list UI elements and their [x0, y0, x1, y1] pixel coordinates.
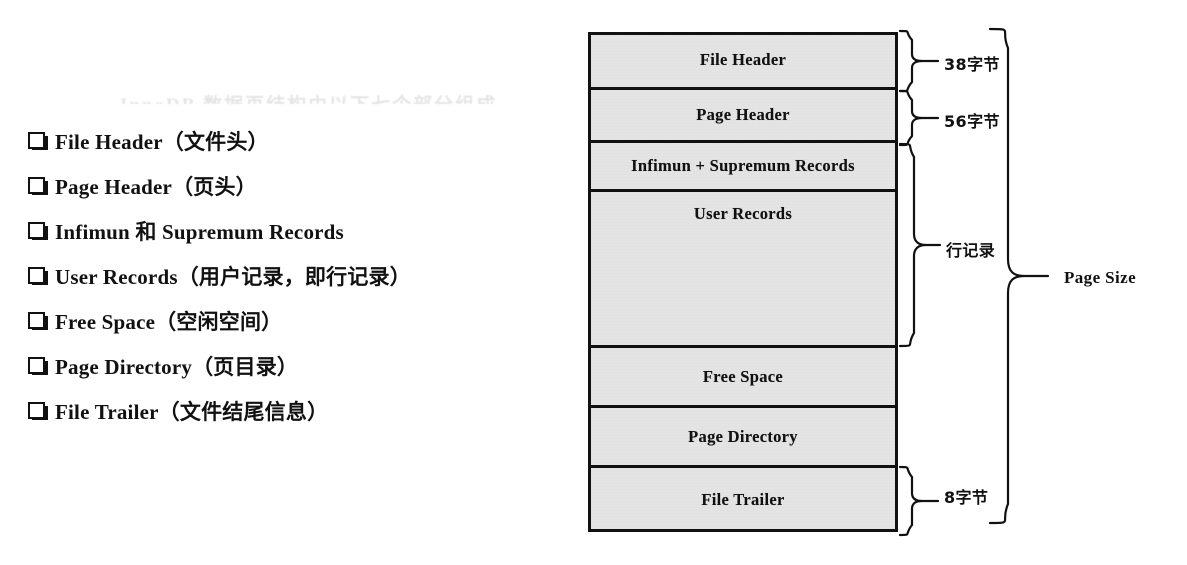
bullet-label: File Header（文件头）	[55, 129, 269, 154]
checkbox-square-icon	[28, 357, 48, 375]
annotation-row-records: 行记录	[946, 241, 996, 260]
bullet-label: Infimun 和 Supremum Records	[55, 219, 344, 244]
checkbox-square-icon	[28, 267, 48, 285]
checkbox-square-icon	[28, 132, 48, 150]
segment-free-space: Free Space	[588, 348, 898, 408]
list-item: User Records（用户记录，即行记录）	[28, 253, 548, 298]
brace-row-records	[898, 142, 942, 348]
segment-page-directory: Page Directory	[588, 408, 898, 468]
bullet-label: Page Header（页头）	[55, 174, 257, 199]
checkbox-square-icon	[28, 222, 48, 240]
list-item: File Trailer（文件结尾信息）	[28, 388, 548, 433]
list-item: Free Space（空闲空间）	[28, 298, 548, 343]
segment-file-header: File Header	[588, 32, 898, 90]
ghost-cutoff-heading: InnoDB 数据页结构由以下七个部分组成	[120, 90, 520, 104]
annotation-file-trailer-size: 8字节	[944, 488, 989, 507]
checkbox-square-icon	[28, 177, 48, 195]
segment-label: File Trailer	[701, 490, 785, 509]
list-item: Page Directory（页目录）	[28, 343, 548, 388]
figure-page: InnoDB 数据页结构由以下七个部分组成 File Header（文件头） P…	[0, 0, 1187, 565]
segment-label: User Records	[693, 204, 793, 223]
annotation-page-size: Page Size	[1064, 268, 1137, 287]
checkbox-square-icon	[28, 312, 48, 330]
brace-page-header	[898, 89, 940, 147]
bullet-label: Free Space（空闲空间）	[55, 309, 283, 334]
segment-label: Free Space	[702, 366, 784, 386]
component-bullet-list: InnoDB 数据页结构由以下七个部分组成 File Header（文件头） P…	[28, 95, 548, 433]
checkbox-square-icon	[28, 402, 48, 420]
list-item: File Header（文件头）	[28, 118, 548, 163]
segment-infimum-supremum: Infimun + Supremum Records	[588, 143, 898, 192]
component-page-structure-diagram: File Header Page Header Infimun + Suprem…	[588, 27, 1050, 537]
segment-label: Page Header	[696, 105, 790, 124]
list-item: Page Header（页头）	[28, 163, 548, 208]
annotation-file-header-size: 38字节	[944, 55, 1000, 74]
bullet-label: Page Directory（页目录）	[55, 354, 299, 379]
bullet-label: File Trailer（文件结尾信息）	[55, 399, 329, 424]
segment-file-trailer: File Trailer	[588, 468, 898, 532]
brace-file-header	[898, 29, 940, 93]
brace-file-trailer	[898, 465, 940, 537]
brace-page-size	[988, 27, 1050, 525]
list-item: Infimun 和 Supremum Records	[28, 208, 548, 253]
segment-label: Infimun + Supremum Records	[631, 156, 855, 175]
segment-page-header: Page Header	[588, 90, 898, 143]
bullet-label: User Records（用户记录，即行记录）	[55, 264, 411, 289]
segment-label: File Header	[699, 49, 787, 69]
segment-label: Page Directory	[688, 426, 798, 446]
annotation-page-header-size: 56字节	[944, 112, 1000, 131]
segment-user-records: User Records	[588, 192, 898, 348]
